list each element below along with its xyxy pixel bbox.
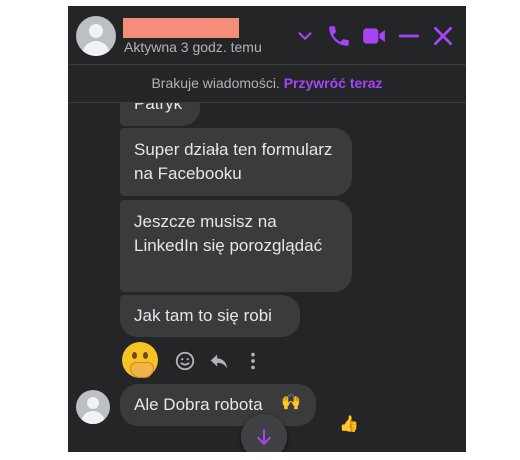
message-bubble[interactable]: Jeszcze musisz na LinkedIn się porozgląd… <box>120 200 352 292</box>
missing-messages-banner-overlay: Brakuje wiadomości. Przywróć teraz <box>68 66 466 103</box>
message-text: Ale Dobra robota <box>134 395 263 414</box>
chevron-down-icon[interactable] <box>294 23 316 49</box>
smiley-icon[interactable] <box>174 350 196 372</box>
close-icon[interactable] <box>430 23 456 49</box>
reply-icon[interactable] <box>208 350 230 372</box>
thumbs-up-emoji: 👍 <box>339 416 359 433</box>
avatar[interactable] <box>76 16 116 56</box>
arrow-down-icon <box>257 428 271 445</box>
avatar[interactable] <box>76 390 110 424</box>
message-bubble-last[interactable]: Ale Dobra robota 🙌 👍 <box>120 384 359 433</box>
chat-window: Aktywna 3 godz. temu Brakuje wiadomości.… <box>68 6 466 452</box>
restore-now-link[interactable]: Przywróć teraz <box>284 75 383 91</box>
phone-icon[interactable] <box>326 23 352 49</box>
active-status: Aktywna 3 godz. temu <box>124 39 262 55</box>
minimize-icon[interactable] <box>396 23 422 49</box>
message-bubble[interactable]: Super działa ten formularz na Facebooku <box>120 128 352 196</box>
contact-name-redacted[interactable] <box>123 18 239 38</box>
scroll-to-bottom-button[interactable] <box>241 414 287 452</box>
more-vertical-icon[interactable] <box>242 350 264 372</box>
chat-header: Aktywna 3 godz. temu <box>68 6 466 65</box>
video-camera-icon[interactable] <box>361 23 387 49</box>
banner-text: Brakuje wiadomości. <box>151 75 280 91</box>
message-actions <box>120 340 280 380</box>
raising-hands-emoji: 🙌 <box>281 394 301 411</box>
face-with-hand-over-mouth-reaction[interactable] <box>122 342 158 378</box>
message-bubble[interactable]: Jak tam to się robi <box>120 295 300 337</box>
